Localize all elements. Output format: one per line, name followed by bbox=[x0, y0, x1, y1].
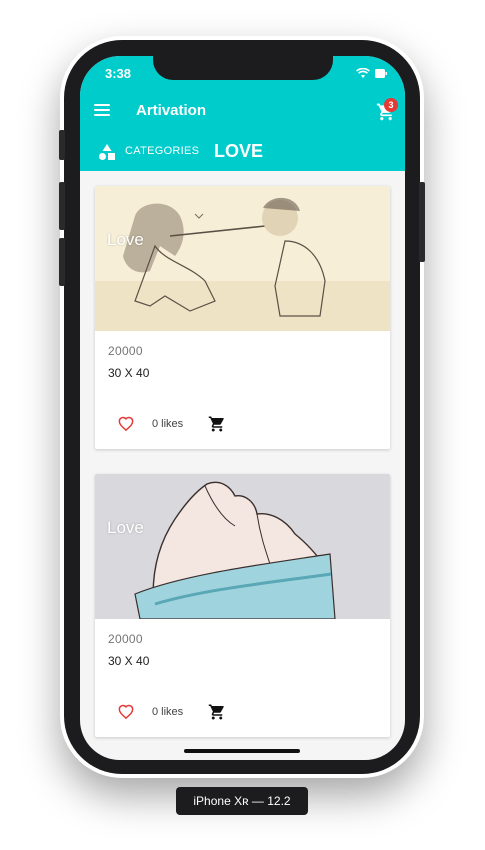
wifi-icon bbox=[356, 68, 370, 79]
cart-badge: 3 bbox=[384, 98, 398, 112]
notch bbox=[153, 56, 333, 80]
artwork-price: 20000 bbox=[108, 344, 143, 358]
status-icons bbox=[356, 68, 387, 79]
menu-icon[interactable] bbox=[94, 104, 110, 118]
device-label: iPhone Xʀ — 12.2 bbox=[176, 787, 308, 815]
categories-button[interactable]: CATEGORIES bbox=[125, 145, 199, 157]
current-category: LOVE bbox=[214, 141, 264, 161]
app-title: Artivation bbox=[136, 102, 207, 119]
category-icon[interactable] bbox=[98, 143, 116, 161]
artwork-price: 20000 bbox=[108, 632, 143, 646]
artwork-image[interactable] bbox=[95, 186, 390, 331]
screen: 3:38 Artivation 3 CATEGORIES LOVE Love 2… bbox=[80, 56, 405, 760]
silent-switch bbox=[59, 130, 65, 160]
add-to-cart-icon[interactable] bbox=[208, 703, 226, 721]
home-indicator[interactable] bbox=[184, 749, 300, 753]
power-button bbox=[419, 182, 425, 262]
battery-icon bbox=[375, 69, 387, 78]
artwork-category-label: Love bbox=[107, 230, 144, 249]
artwork-category-label: Love bbox=[107, 518, 144, 537]
likes-count: 0 likes bbox=[152, 418, 184, 430]
heart-icon[interactable] bbox=[118, 704, 134, 720]
artwork-card[interactable]: Love 20000 30 X 40 0 likes bbox=[95, 474, 390, 737]
status-time: 3:38 bbox=[105, 66, 132, 81]
heart-icon[interactable] bbox=[118, 416, 134, 432]
add-to-cart-icon[interactable] bbox=[208, 415, 226, 433]
likes-count: 0 likes bbox=[152, 706, 184, 718]
volume-down-button bbox=[59, 238, 65, 286]
artwork-image[interactable] bbox=[95, 474, 390, 619]
artwork-size: 30 X 40 bbox=[108, 366, 150, 380]
volume-up-button bbox=[59, 182, 65, 230]
artwork-size: 30 X 40 bbox=[108, 654, 150, 668]
artwork-card[interactable]: Love 20000 30 X 40 0 likes bbox=[95, 186, 390, 449]
